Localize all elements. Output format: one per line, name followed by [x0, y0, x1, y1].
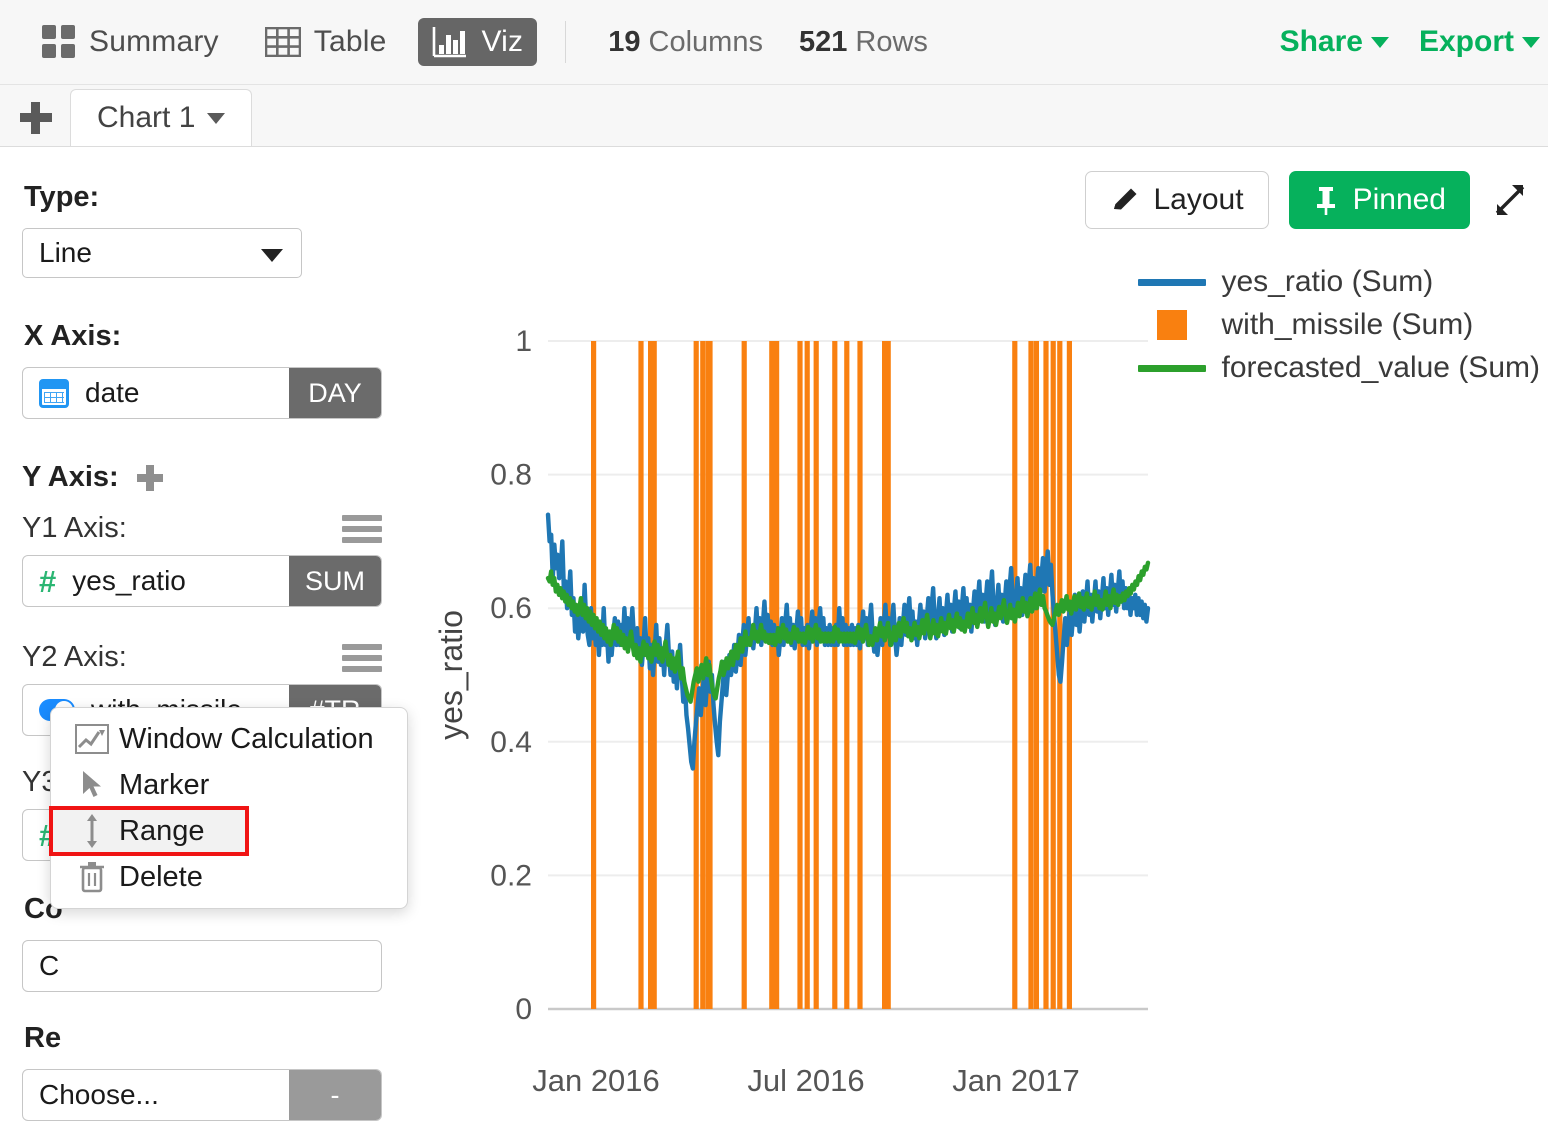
- mode-viz-label: Viz: [481, 25, 524, 58]
- x-axis-field-name: date: [85, 377, 140, 408]
- y-axis-title: yes_ratio: [433, 610, 469, 740]
- table-icon: [264, 27, 301, 57]
- pinned-button[interactable]: Pinned: [1288, 171, 1470, 229]
- viz-body: Type: Line X Axis: date DAY Y Axis: Y1 A…: [0, 146, 1548, 1146]
- pin-icon: [1313, 185, 1339, 215]
- add-y-axis-button[interactable]: [136, 464, 163, 491]
- legend-item-with-missile-label: with_missile (Sum): [1221, 308, 1474, 341]
- legend-swatch-line-icon: [1137, 364, 1206, 372]
- legend-item-yes-ratio[interactable]: yes_ratio (Sum): [1137, 265, 1541, 299]
- chart-type-select[interactable]: Line: [22, 228, 302, 278]
- y3-axis-context-menu: Window Calculation Marker Range Delete: [49, 707, 408, 909]
- x-axis-tick-label: Jan 2017: [952, 1063, 1080, 1098]
- y1-axis-label: Y1 Axis:: [22, 512, 127, 544]
- x-axis-tick-label: Jan 2016: [532, 1063, 660, 1098]
- y-axis-tick-label: 0.8: [490, 459, 532, 492]
- repeat-aggregation[interactable]: -: [289, 1070, 381, 1120]
- top-toolbar: Summary Table Viz 19 Columns 521 Rows Sh…: [0, 0, 1548, 85]
- y-axis-tick-label: 0.6: [490, 592, 532, 625]
- rows-label: Rows: [855, 25, 928, 58]
- legend-item-yes-ratio-label: yes_ratio (Sum): [1221, 265, 1434, 298]
- layout-button[interactable]: Layout: [1084, 171, 1269, 229]
- mode-table-label: Table: [313, 25, 387, 58]
- menu-item-window-calculation[interactable]: Window Calculation: [51, 716, 407, 762]
- repeat-field-value: Choose...: [39, 1079, 159, 1110]
- mode-summary[interactable]: Summary: [28, 18, 233, 66]
- y-axis-tick-label: 0: [515, 993, 532, 1026]
- line-chart-icon: [65, 724, 119, 754]
- pinned-button-label: Pinned: [1352, 183, 1446, 216]
- repeat-field[interactable]: Choose... -: [22, 1069, 382, 1121]
- vertical-arrows-icon: [65, 814, 119, 848]
- mode-viz[interactable]: Viz: [418, 18, 538, 66]
- dataset-counts: 19 Columns 521 Rows: [608, 26, 928, 59]
- x-axis-tick-label: Jul 2016: [747, 1063, 864, 1098]
- y1-axis-field-name: yes_ratio: [72, 565, 186, 596]
- share-label: Share: [1279, 25, 1363, 58]
- chevron-down-icon[interactable]: [207, 112, 226, 124]
- chevron-down-icon: [261, 249, 283, 262]
- mode-summary-label: Summary: [89, 25, 219, 58]
- menu-item-delete[interactable]: Delete: [51, 854, 407, 900]
- share-menu[interactable]: Share: [1280, 25, 1389, 59]
- y1-axis-aggregation[interactable]: SUM: [289, 556, 381, 606]
- rows-count: 521: [798, 25, 848, 58]
- chart-pane: Layout Pinned yes_ratio (Sum) with_missi…: [420, 147, 1548, 1146]
- export-menu[interactable]: Export: [1419, 25, 1540, 59]
- chart-action-buttons: Layout Pinned: [1084, 171, 1531, 229]
- chart-type-value: Line: [39, 237, 92, 268]
- x-axis-aggregation[interactable]: DAY: [289, 368, 381, 418]
- legend-swatch-square-icon: [1156, 310, 1187, 340]
- columns-label: Columns: [648, 25, 763, 58]
- repeat-label: Re: [24, 1022, 62, 1054]
- y2-axis-menu-button[interactable]: [342, 643, 382, 672]
- x-axis-label: X Axis:: [24, 320, 122, 352]
- bar-chart-icon: [432, 26, 468, 58]
- tab-chart-1-label: Chart 1: [97, 101, 196, 134]
- mode-table[interactable]: Table: [251, 18, 401, 66]
- menu-item-range[interactable]: Range: [49, 806, 249, 856]
- chevron-down-icon: [1522, 36, 1540, 48]
- layout-button-label: Layout: [1153, 183, 1244, 216]
- expand-icon[interactable]: [1490, 180, 1530, 220]
- legend-item-with-missile[interactable]: with_missile (Sum): [1138, 308, 1541, 342]
- y-axis-tick-label: 0.2: [490, 859, 532, 892]
- menu-item-delete-label: Delete: [119, 860, 203, 893]
- chart-config-panel: Type: Line X Axis: date DAY Y Axis: Y1 A…: [0, 147, 420, 1146]
- y1-axis-menu-button[interactable]: [342, 514, 382, 543]
- legend-item-forecasted-value[interactable]: forecasted_value (Sum): [1137, 351, 1541, 385]
- trash-icon: [65, 861, 119, 893]
- type-label: Type:: [24, 181, 100, 213]
- color-field-value: C: [39, 950, 60, 981]
- y-axis-tick-label: 1: [515, 325, 532, 358]
- chevron-down-icon: [1370, 36, 1389, 48]
- menu-item-marker[interactable]: Marker: [51, 762, 407, 808]
- y-axis-tick-label: 0.4: [490, 726, 532, 759]
- menu-item-window-calculation-label: Window Calculation: [119, 722, 374, 755]
- grid-squares-icon: [42, 25, 76, 59]
- tab-chart-1[interactable]: Chart 1: [70, 89, 253, 146]
- pencil-icon: [1110, 185, 1140, 215]
- toolbar-divider: [565, 21, 567, 63]
- chart-legend: yes_ratio (Sum) with_missile (Sum) forec…: [1137, 265, 1541, 385]
- color-field[interactable]: C: [22, 940, 382, 992]
- columns-count: 19: [608, 25, 641, 58]
- legend-swatch-line-icon: [1137, 278, 1206, 286]
- y1-axis-field[interactable]: # yes_ratio SUM: [22, 555, 382, 607]
- export-label: Export: [1418, 25, 1514, 58]
- legend-item-forecasted-value-label: forecasted_value (Sum): [1221, 351, 1541, 384]
- x-axis-field[interactable]: date DAY: [22, 367, 382, 419]
- topbar-actions: Share Export: [1280, 25, 1548, 59]
- cursor-arrow-icon: [65, 769, 119, 801]
- chart-tab-strip: Chart 1: [0, 85, 1548, 146]
- calendar-icon: [39, 378, 69, 408]
- y-axis-label: Y Axis:: [22, 461, 119, 493]
- add-chart-button[interactable]: [18, 100, 54, 136]
- number-hash-icon: #: [39, 563, 57, 599]
- menu-item-range-label: Range: [119, 814, 205, 847]
- y2-axis-label: Y2 Axis:: [22, 641, 127, 673]
- menu-item-marker-label: Marker: [119, 768, 210, 801]
